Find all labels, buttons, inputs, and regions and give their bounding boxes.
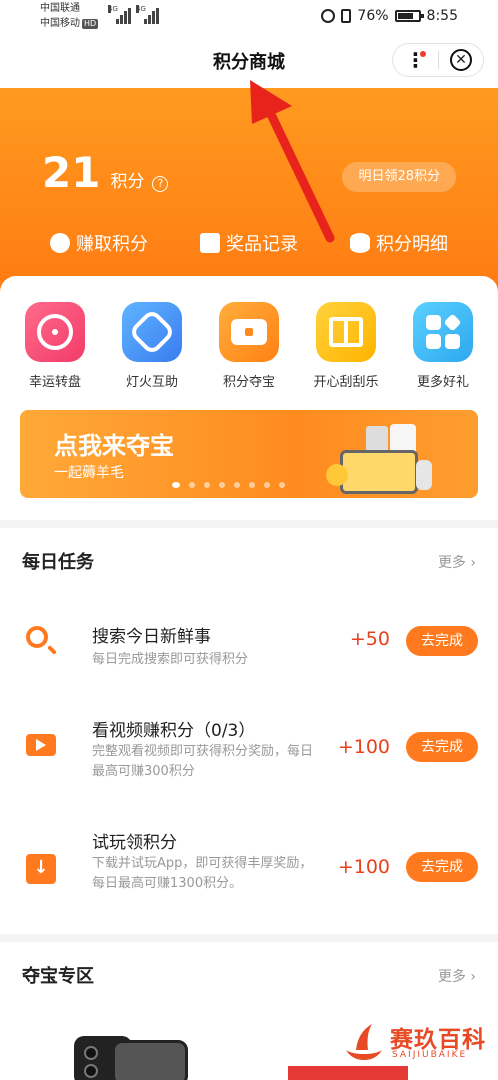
task-points: +100 — [337, 736, 390, 758]
download-icon — [26, 854, 56, 884]
carousel-dot[interactable] — [204, 482, 210, 488]
watermark: 赛玖百科 SAIJIUBAIKE — [342, 1016, 486, 1072]
more-link[interactable]: 更多 › — [438, 966, 476, 986]
task-complete-button[interactable]: 去完成 — [406, 852, 478, 882]
feature-grid: 幸运转盘 灯火互助 积分夺宝 开心刮刮乐 更多好礼 — [0, 302, 498, 390]
feature-scratch-card[interactable]: 开心刮刮乐 — [303, 302, 389, 390]
feature-more-gifts[interactable]: 更多好礼 — [400, 302, 486, 390]
more-menu-button[interactable]: ⋮ — [393, 44, 438, 76]
more-link[interactable]: 更多 › — [438, 552, 476, 572]
feature-light-help[interactable]: 灯火互助 — [109, 302, 195, 390]
gift-box-icon — [316, 302, 376, 362]
feature-points-treasure[interactable]: 积分夺宝 — [206, 302, 292, 390]
task-complete-button[interactable]: 去完成 — [406, 732, 478, 762]
watermark-en: SAIJIUBAIKE — [392, 1050, 468, 1060]
close-button[interactable]: ✕ — [439, 44, 483, 76]
piggy-bank-icon — [50, 233, 70, 253]
carousel-dot[interactable] — [219, 482, 225, 488]
watermark-logo-icon — [346, 1024, 382, 1060]
product-phone-image[interactable] — [112, 1040, 188, 1080]
alarm-icon — [321, 9, 336, 23]
clipboard-icon — [200, 233, 220, 253]
earn-points-label: 赚取积分 — [76, 234, 148, 255]
task-desc: 下载并试玩App，即可获得丰厚奖励，每日最高可赚1300积分。 — [92, 856, 313, 891]
points-detail-label: 积分明细 — [376, 234, 448, 255]
task-desc: 完整观看视频即可获得积分奖励，每日最高可赚300积分 — [92, 744, 314, 779]
signal-icon-2: 4G — [136, 5, 159, 24]
feature-label: 灯火互助 — [125, 375, 178, 390]
battery-percent: 76% — [357, 8, 389, 24]
banner-speaker-image — [416, 460, 432, 490]
carousel-dot[interactable] — [279, 482, 285, 488]
status-right: 76% 8:55 — [321, 8, 458, 24]
banner-coin-image — [326, 464, 348, 486]
carousel-dot[interactable] — [264, 482, 270, 488]
task-title: 搜索今日新鲜事 — [92, 627, 211, 647]
treasure-chest-icon — [219, 302, 279, 362]
more-apps-icon — [413, 302, 473, 362]
points-value: 21 — [42, 148, 101, 197]
light-help-icon — [122, 302, 182, 362]
tomorrow-points-badge[interactable]: 明日领28积分 — [342, 162, 456, 192]
lucky-wheel-icon — [25, 302, 85, 362]
coins-icon — [350, 233, 370, 253]
carousel-dot[interactable] — [249, 482, 255, 488]
section-title: 每日任务 — [22, 552, 94, 573]
promo-banner[interactable]: 点我来夺宝 一起薅羊毛 — [20, 410, 478, 498]
nav-bar: 积分商城 ⋮ ✕ — [0, 34, 498, 88]
video-icon — [26, 734, 56, 756]
carrier-1: 中国联通 — [40, 3, 80, 14]
phone-camera — [84, 1046, 98, 1060]
points-detail-link[interactable]: 积分明细 — [350, 230, 448, 256]
task-desc: 每日完成搜索即可获得积分 — [92, 652, 249, 667]
banner-subtitle: 一起薅羊毛 — [54, 465, 124, 481]
banner-laptop-image — [340, 450, 418, 494]
banner-title: 点我来夺宝 — [54, 432, 174, 460]
task-complete-button[interactable]: 去完成 — [406, 626, 478, 656]
points-header: 21 积分 ? 明日领28积分 赚取积分 奖品记录 积分明细 — [0, 88, 498, 300]
daily-tasks-section: 每日任务 更多 › 搜索今日新鲜事 每日完成搜索即可获得积分 +50 去完成 看… — [0, 528, 498, 934]
mini-program-capsule: ⋮ ✕ — [392, 43, 484, 77]
earn-points-link[interactable]: 赚取积分 — [50, 230, 148, 256]
feature-label: 幸运转盘 — [28, 375, 81, 390]
battery-icon — [394, 10, 424, 22]
carousel-dot[interactable] — [234, 482, 240, 488]
search-icon — [26, 626, 48, 648]
feature-lucky-wheel[interactable]: 幸运转盘 — [12, 302, 98, 390]
task-points: +50 — [349, 628, 390, 650]
carrier-2: 中国移动 HD — [40, 18, 99, 29]
carousel-dots — [172, 482, 285, 488]
close-icon: ✕ — [449, 49, 472, 71]
watermark-cn: 赛玖百科 — [390, 1027, 486, 1053]
notification-dot — [420, 51, 426, 57]
task-title: 试玩领积分 — [92, 833, 177, 853]
clock: 8:55 — [426, 8, 458, 24]
status-bar: 中国联通 中国移动 HD 4G 4G 76% 8:55 — [0, 0, 498, 34]
prize-record-link[interactable]: 奖品记录 — [200, 230, 298, 256]
task-points: +100 — [337, 856, 390, 878]
points-summary: 21 积分 ? — [42, 148, 169, 197]
feature-label: 开心刮刮乐 — [313, 375, 379, 390]
carousel-dot[interactable] — [172, 482, 180, 488]
feature-card: 幸运转盘 灯火互助 积分夺宝 开心刮刮乐 更多好礼 点我来夺宝 一起薅羊毛 — [0, 276, 498, 520]
hd-badge: HD — [82, 19, 99, 29]
signal-icon-1: 4G — [108, 5, 131, 24]
help-icon[interactable]: ? — [152, 175, 169, 192]
carousel-dot[interactable] — [189, 482, 195, 488]
points-unit: 积分 — [110, 172, 145, 192]
vibrate-icon — [341, 9, 352, 23]
phone-camera — [84, 1064, 98, 1078]
header-links: 赚取积分 奖品记录 积分明细 — [0, 230, 498, 256]
feature-label: 更多好礼 — [416, 375, 469, 390]
prize-record-label: 奖品记录 — [226, 234, 298, 255]
section-title: 夺宝专区 — [22, 966, 94, 987]
feature-label: 积分夺宝 — [222, 375, 275, 390]
task-title: 看视频赚积分（0/3） — [92, 721, 256, 741]
